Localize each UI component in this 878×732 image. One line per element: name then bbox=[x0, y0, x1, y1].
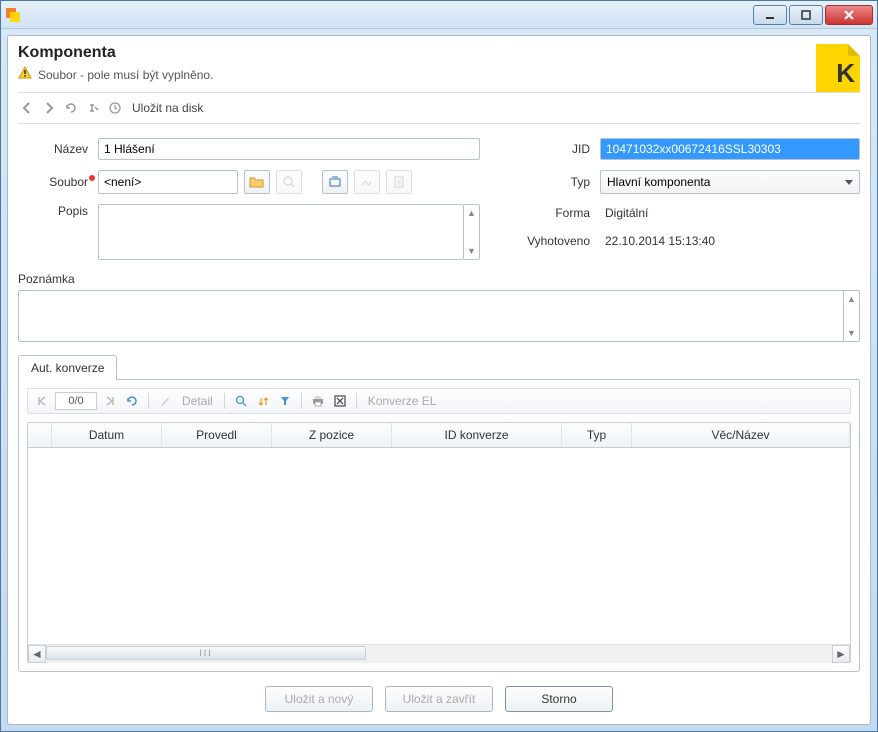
scroll-thumb[interactable]: III bbox=[46, 646, 366, 660]
scroll-left-icon[interactable]: ◄ bbox=[28, 645, 46, 663]
required-icon bbox=[88, 171, 96, 179]
soubor-input[interactable]: <není> bbox=[98, 170, 238, 194]
main-toolbar: Uložit na disk bbox=[18, 92, 860, 124]
grid-h-scrollbar[interactable]: ◄ III ► bbox=[28, 644, 850, 662]
typ-select[interactable]: Hlavní komponenta bbox=[600, 170, 860, 194]
typ-label: Typ bbox=[520, 175, 600, 189]
search-file-button bbox=[276, 170, 302, 194]
col-datum[interactable]: Datum bbox=[52, 423, 162, 447]
poznamka-scroll-down[interactable]: ▼ bbox=[844, 325, 859, 341]
export-icon[interactable] bbox=[331, 392, 349, 410]
save-to-disk-button[interactable]: Uložit na disk bbox=[132, 101, 203, 115]
page-title: Komponenta bbox=[18, 44, 213, 62]
konverze-el-button: Konverze EL bbox=[368, 394, 437, 408]
forma-label: Forma bbox=[520, 206, 600, 220]
col-vec-nazev[interactable]: Věc/Název bbox=[632, 423, 850, 447]
document-button bbox=[386, 170, 412, 194]
jid-input[interactable] bbox=[600, 138, 860, 160]
col-typ[interactable]: Typ bbox=[562, 423, 632, 447]
badge-letter: K bbox=[836, 58, 855, 89]
warning-icon bbox=[18, 66, 32, 83]
footer: Uložit a nový Uložit a zavřít Storno bbox=[18, 672, 860, 712]
refresh-icon[interactable] bbox=[62, 99, 80, 117]
poznamka-textarea[interactable] bbox=[18, 290, 844, 342]
component-type-badge: K bbox=[816, 44, 860, 92]
soubor-label: Soubor bbox=[18, 175, 98, 189]
detail-button: Detail bbox=[182, 394, 213, 408]
vyhotoveno-label: Vyhotoveno bbox=[520, 234, 600, 248]
grid-refresh-icon[interactable] bbox=[123, 392, 141, 410]
validation-warning: Soubor - pole musí být vyplněno. bbox=[18, 66, 213, 83]
maximize-button[interactable] bbox=[789, 5, 823, 25]
titlebar bbox=[1, 1, 877, 29]
save-close-button: Uložit a zavřít bbox=[385, 686, 493, 712]
chevron-down-icon bbox=[845, 180, 853, 185]
minimize-button[interactable] bbox=[753, 5, 787, 25]
nazev-input[interactable] bbox=[98, 138, 480, 160]
edit-icon bbox=[156, 392, 174, 410]
browse-button[interactable] bbox=[244, 170, 270, 194]
vyhotoveno-value: 22.10.2014 15:13:40 bbox=[600, 232, 860, 250]
nazev-label: Název bbox=[18, 142, 98, 156]
next-icon[interactable] bbox=[40, 99, 58, 117]
prev-icon[interactable] bbox=[18, 99, 36, 117]
cancel-button[interactable]: Storno bbox=[505, 686, 613, 712]
sign-button bbox=[354, 170, 380, 194]
last-page-icon[interactable] bbox=[101, 392, 119, 410]
print-icon[interactable] bbox=[309, 392, 327, 410]
grid-header: Datum Provedl Z pozice ID konverze Typ V… bbox=[28, 423, 850, 448]
popis-scroll-down[interactable]: ▼ bbox=[464, 243, 479, 259]
tab-aut-konverze[interactable]: Aut. konverze bbox=[18, 355, 117, 380]
scan-button[interactable] bbox=[322, 170, 348, 194]
popis-textarea[interactable] bbox=[98, 204, 464, 260]
grid-toolbar: 0/0 Detail bbox=[27, 388, 851, 414]
window: Komponenta Soubor - pole musí být vyplně… bbox=[0, 0, 878, 732]
filter-icon[interactable] bbox=[276, 392, 294, 410]
clock-icon[interactable] bbox=[106, 99, 124, 117]
col-id-konverze[interactable]: ID konverze bbox=[392, 423, 562, 447]
konverze-grid: Datum Provedl Z pozice ID konverze Typ V… bbox=[27, 422, 851, 663]
popis-label: Popis bbox=[18, 204, 98, 218]
col-provedl[interactable]: Provedl bbox=[162, 423, 272, 447]
col-z-pozice[interactable]: Z pozice bbox=[272, 423, 392, 447]
first-page-icon[interactable] bbox=[33, 392, 51, 410]
warning-text: Soubor - pole musí být vyplněno. bbox=[38, 68, 213, 82]
jid-label: JID bbox=[520, 142, 600, 156]
app-icon bbox=[5, 7, 21, 23]
grid-body bbox=[28, 448, 850, 644]
link-icon[interactable] bbox=[84, 99, 102, 117]
client-area: Komponenta Soubor - pole musí být vyplně… bbox=[7, 35, 871, 725]
poznamka-label v-label: Poznámka bbox=[18, 272, 860, 286]
poznamka-scroll-up[interactable]: ▲ bbox=[844, 291, 859, 307]
save-new-button: Uložit a nový bbox=[265, 686, 373, 712]
popis-scroll-up[interactable]: ▲ bbox=[464, 205, 479, 221]
forma-value: Digitální bbox=[600, 204, 860, 222]
scroll-right-icon[interactable]: ► bbox=[832, 645, 850, 663]
grid-search-icon[interactable] bbox=[232, 392, 250, 410]
sort-icon[interactable] bbox=[254, 392, 272, 410]
close-button[interactable] bbox=[825, 5, 873, 25]
page-indicator: 0/0 bbox=[55, 392, 97, 410]
